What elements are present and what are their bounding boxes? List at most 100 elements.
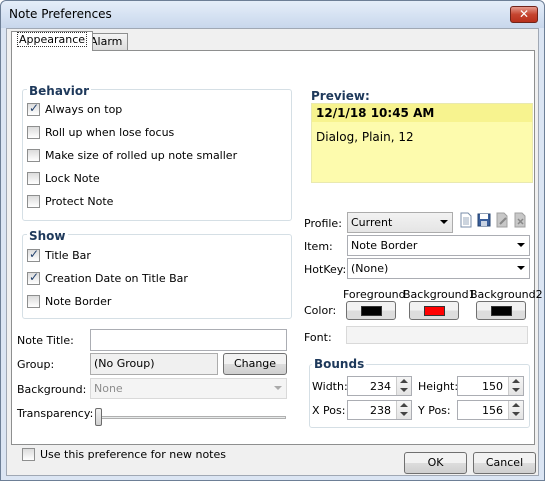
tab-alarm-label: Alarm	[90, 35, 123, 48]
xpos-spinner[interactable]: 238	[347, 400, 412, 420]
bounds-title: Bounds	[312, 357, 367, 371]
width-value: 234	[370, 380, 391, 393]
background2-header: Background2	[470, 288, 543, 301]
chevron-down-icon	[274, 386, 282, 390]
height-spin-buttons[interactable]	[508, 377, 523, 395]
checkbox-label: Lock Note	[45, 171, 100, 185]
checkbox-label: Use this preference for new notes	[40, 447, 226, 461]
creation-date-checkbox[interactable]: Creation Date on Title Bar	[27, 270, 188, 286]
xpos-label: X Pos:	[312, 404, 346, 417]
protect-note-checkbox[interactable]: Protect Note	[27, 193, 113, 209]
close-button[interactable]: ✕	[510, 6, 538, 23]
spin-up-icon[interactable]	[512, 379, 520, 383]
change-group-button[interactable]: Change	[223, 353, 287, 375]
rename-profile-icon[interactable]	[495, 212, 509, 228]
use-pref-new-notes-checkbox[interactable]: Use this preference for new notes	[22, 446, 226, 462]
group-field: (No Group)	[90, 353, 218, 375]
note-title-input[interactable]	[90, 329, 287, 351]
transparency-slider-thumb[interactable]	[95, 408, 102, 426]
background1-color-button[interactable]	[409, 301, 459, 320]
checkbox-label: Title Bar	[45, 248, 91, 262]
cancel-button[interactable]: Cancel	[473, 452, 536, 474]
checkbox-box[interactable]	[27, 270, 40, 285]
height-spinner[interactable]: 150	[457, 376, 524, 396]
checkbox-label: Protect Note	[45, 194, 114, 208]
foreground-color-button[interactable]	[346, 301, 396, 320]
checkbox-label: Make size of rolled up note smaller	[45, 148, 238, 162]
spin-down-icon[interactable]	[512, 388, 520, 392]
height-value: 150	[482, 380, 503, 393]
checkbox-box[interactable]	[27, 247, 40, 262]
tab-appearance-label: Appearance	[17, 32, 88, 47]
profile-select[interactable]: Current	[347, 212, 453, 233]
checkbox-box[interactable]	[22, 447, 35, 461]
hotkey-label: HotKey:	[304, 263, 347, 276]
ypos-value: 156	[482, 404, 503, 417]
checkbox-label: Roll up when lose focus	[45, 125, 175, 139]
ypos-label: Y Pos:	[418, 404, 451, 417]
background1-swatch	[424, 306, 445, 316]
spin-down-icon[interactable]	[400, 388, 408, 392]
behavior-title: Behavior	[27, 84, 92, 98]
width-spinner[interactable]: 234	[347, 376, 412, 396]
always-on-top-checkbox[interactable]: Always on top	[27, 101, 122, 117]
ok-button[interactable]: OK	[404, 452, 467, 474]
hotkey-select[interactable]: (None)	[347, 258, 530, 279]
checkbox-box[interactable]	[27, 148, 40, 162]
item-select-value: Note Border	[351, 239, 418, 252]
window-title: Note Preferences	[9, 7, 112, 21]
appearance-panel: Behavior Always on top Roll up when lose…	[11, 50, 543, 461]
font-field[interactable]	[346, 326, 528, 344]
new-profile-icon[interactable]	[459, 212, 473, 228]
background2-swatch	[491, 306, 512, 316]
roll-up-checkbox[interactable]: Roll up when lose focus	[27, 124, 174, 140]
delete-profile-icon[interactable]	[513, 212, 527, 228]
background2-color-button[interactable]	[476, 301, 526, 320]
checkbox-box[interactable]	[27, 125, 40, 139]
lock-note-checkbox[interactable]: Lock Note	[27, 170, 100, 186]
transparency-label: Transparency:	[17, 407, 94, 420]
chevron-down-icon	[517, 266, 525, 270]
width-spin-buttons[interactable]	[396, 377, 411, 395]
checkbox-label: Always on top	[45, 102, 123, 116]
chevron-down-icon	[440, 220, 448, 224]
spin-up-icon[interactable]	[512, 403, 520, 407]
checkbox-label: Note Border	[45, 294, 112, 308]
spin-down-icon[interactable]	[512, 412, 520, 416]
background-select[interactable]: None	[90, 378, 287, 399]
preview-font: Dialog, Plain, 12	[316, 130, 414, 144]
spin-up-icon[interactable]	[400, 403, 408, 407]
item-label: Item:	[304, 240, 333, 253]
profile-label: Profile:	[304, 217, 342, 230]
width-label: Width:	[312, 380, 348, 393]
checkbox-box[interactable]	[27, 101, 40, 116]
checkbox-box[interactable]	[27, 194, 40, 208]
note-preferences-window: Note Preferences ✕ Appearance Alarm Beha…	[0, 0, 545, 481]
tab-appearance[interactable]: Appearance	[11, 31, 94, 51]
item-select[interactable]: Note Border	[347, 235, 530, 256]
color-label: Color:	[304, 304, 337, 317]
spin-down-icon[interactable]	[400, 412, 408, 416]
ypos-spinner[interactable]: 156	[457, 400, 524, 420]
chevron-down-icon	[517, 243, 525, 247]
profile-select-value: Current	[351, 216, 393, 229]
xpos-value: 238	[370, 404, 391, 417]
smaller-rolled-up-checkbox[interactable]: Make size of rolled up note smaller	[27, 147, 237, 163]
preview-date: 12/1/18 10:45 AM	[312, 104, 532, 122]
background-select-value: None	[94, 382, 123, 395]
note-border-checkbox[interactable]: Note Border	[27, 293, 111, 309]
background-label: Background:	[17, 383, 87, 396]
transparency-slider-track[interactable]	[96, 416, 286, 419]
font-label: Font:	[304, 331, 332, 344]
ypos-spin-buttons[interactable]	[508, 401, 523, 419]
title-bar[interactable]: Note Preferences ✕	[1, 1, 544, 28]
save-profile-icon[interactable]	[477, 212, 491, 228]
spin-up-icon[interactable]	[400, 379, 408, 383]
title-bar-checkbox[interactable]: Title Bar	[27, 247, 91, 263]
height-label: Height:	[418, 380, 459, 393]
xpos-spin-buttons[interactable]	[396, 401, 411, 419]
foreground-header: Foreground	[343, 288, 406, 301]
hotkey-select-value: (None)	[351, 262, 389, 275]
checkbox-box[interactable]	[27, 171, 40, 185]
checkbox-box[interactable]	[27, 294, 40, 308]
